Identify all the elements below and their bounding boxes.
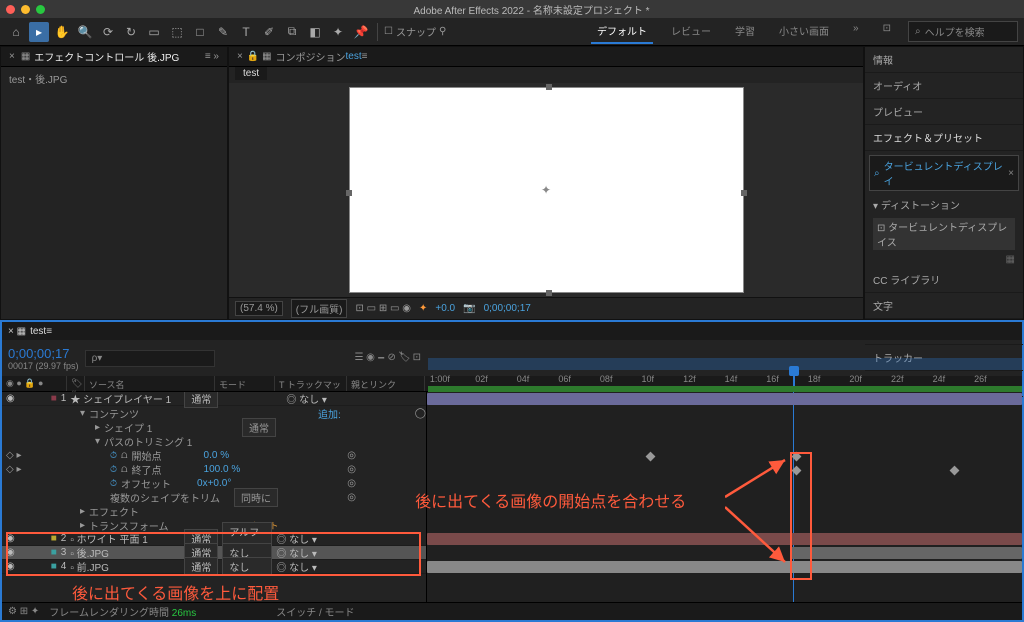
add-button[interactable]: 追加: [318, 406, 341, 421]
track-bar-solid[interactable] [427, 533, 1022, 545]
viewer-footer: (57.4 %) (フル画質) ⊡ ▭ ⊞ ▭ ◉ ✦ +0.0 📷 0;00;… [229, 297, 863, 319]
viewer-timecode[interactable]: 0;00;00;17 [484, 303, 531, 314]
home-icon[interactable]: ⌂ [6, 22, 26, 42]
search-icon: ⌕ [915, 26, 921, 37]
timeline-panel: × ▦ test ≡ 0;00;00;17 00017 (29.97 fps) … [0, 320, 1024, 622]
ec-breadcrumb: test・後.JPG [1, 67, 227, 90]
search-icon: ⌕ [874, 168, 880, 179]
main-row: × ▦ エフェクトコントロール 後.JPG ≡ » test・後.JPG × 🔒… [0, 46, 1024, 320]
track-bar-front[interactable] [427, 561, 1022, 573]
cc-libraries-panel[interactable]: CC ライブラリ [865, 267, 1023, 293]
help-search-placeholder: ヘルプを検索 [925, 24, 985, 39]
layer-row[interactable]: ◉■4▫ 前.JPG通常なし◎ なし ▾ [2, 560, 426, 574]
ec-tab-label: エフェクトコントロール 後.JPG [34, 49, 179, 64]
frame-fps: 00017 (29.97 fps) [8, 361, 79, 371]
effect-item[interactable]: ⊡ タービュレントディスプレイス [873, 218, 1015, 250]
separator [377, 23, 378, 41]
track-bar-back[interactable] [790, 547, 1022, 559]
character-panel[interactable]: 文字 [865, 293, 1023, 319]
keyframe-icon[interactable] [949, 466, 959, 476]
minimize-icon[interactable] [21, 5, 30, 14]
switch-mode-toggle[interactable]: スイッチ / モード [276, 604, 354, 619]
timeline-header: 0;00;00;17 00017 (29.97 fps) ρ▾ ☰ ◉ 🗕 ⊘ … [2, 340, 1022, 376]
ws-expand-icon[interactable]: ⊡ [877, 19, 897, 44]
eraser-tool-icon[interactable]: ◧ [305, 22, 325, 42]
comp-tab-prefix: コンポジション [276, 49, 346, 64]
ws-more-icon[interactable]: » [847, 19, 865, 44]
timeline-header-icons[interactable]: ☰ ◉ 🗕 ⊘ 🏷 ⊡ [354, 350, 421, 367]
hand-tool-icon[interactable]: ✋ [52, 22, 72, 42]
comp-inner-tab[interactable]: test [235, 67, 267, 80]
right-panel-stack: 情報 オーディオ プレビュー エフェクト＆プリセット ⌕ タービュレントディスプレ… [864, 46, 1024, 320]
timeline-footer: ⚙ ⊞ ✦ フレームレンダリング時間 26ms スイッチ / モード [2, 602, 1022, 620]
titlebar: Adobe After Effects 2022 - 名称未設定プロジェクト * [0, 0, 1024, 18]
shape-tool-icon[interactable]: □ [190, 22, 210, 42]
effects-footer-icon[interactable]: ▦ [865, 252, 1023, 267]
type-tool-icon[interactable]: T [236, 22, 256, 42]
clone-tool-icon[interactable]: ⧉ [282, 22, 302, 42]
footer-icons[interactable]: ⚙ ⊞ ✦ [8, 606, 39, 617]
composition-viewer[interactable]: ✦ [229, 83, 863, 297]
ws-learn[interactable]: 学習 [729, 19, 761, 44]
timeline-tracks[interactable]: 後に出てくる画像の開始点を合わせる [427, 392, 1022, 602]
help-search[interactable]: ⌕ ヘルプを検索 [908, 21, 1018, 42]
snap-label: スナップ [396, 24, 436, 39]
annotation-right: 後に出てくる画像の開始点を合わせる [415, 488, 686, 512]
brush-tool-icon[interactable]: ✐ [259, 22, 279, 42]
puppet-tool-icon[interactable]: 📌 [351, 22, 371, 42]
snapshot-icon[interactable]: 📷 [463, 303, 475, 314]
maximize-icon[interactable] [36, 5, 45, 14]
snap-checkbox[interactable]: ☐ スナップ ⚲ [384, 24, 446, 39]
timeline-tabbar[interactable]: × ▦ test ≡ [2, 322, 1022, 340]
workspace-tabs[interactable]: デフォルト レビュー 学習 小さい画面 » ⊡ [591, 19, 897, 44]
stopwatch-icon[interactable]: ⏱ [110, 464, 117, 475]
exposure-value[interactable]: +0.0 [435, 303, 455, 314]
zoom-tool-icon[interactable]: 🔍 [75, 22, 95, 42]
current-timecode[interactable]: 0;00;00;17 [8, 346, 79, 361]
render-time-value: 26ms [172, 608, 196, 619]
keyframe-icon[interactable] [646, 452, 656, 462]
canvas[interactable]: ✦ [349, 87, 744, 293]
effect-search-value: タービュレントディスプレイ [884, 158, 1005, 188]
main-toolbar: ⌂ ▸ ✋ 🔍 ⟳ ↻ ▭ ⬚ □ ✎ T ✐ ⧉ ◧ ✦ 📌 ☐ スナップ ⚲… [0, 18, 1024, 46]
effect-controls-panel: × ▦ エフェクトコントロール 後.JPG ≡ » test・後.JPG [0, 46, 228, 320]
camera-tool-icon[interactable]: ▭ [144, 22, 164, 42]
ws-small[interactable]: 小さい画面 [773, 19, 835, 44]
composition-panel: × 🔒 ▦ コンポジション test ≡ test ✦ (57.4 %) (フル… [228, 46, 864, 320]
effects-presets-panel[interactable]: エフェクト＆プリセット [865, 125, 1023, 151]
pen-tool-icon[interactable]: ✎ [213, 22, 233, 42]
render-time-label: フレームレンダリング時間 [49, 608, 171, 619]
preview-panel[interactable]: プレビュー [865, 99, 1023, 125]
pan-behind-tool-icon[interactable]: ⬚ [167, 22, 187, 42]
ws-default[interactable]: デフォルト [591, 19, 653, 44]
timeline-body: ◉■ 1 ★ シェイプレイヤー 1 通常 ◎ なし ▾ ▾ コンテンツ追加: ◯… [2, 392, 1022, 602]
timeline-search[interactable]: ρ▾ [85, 350, 215, 367]
orbit-tool-icon[interactable]: ⟳ [98, 22, 118, 42]
track-bar-shape[interactable] [427, 393, 1022, 405]
roto-tool-icon[interactable]: ✦ [328, 22, 348, 42]
rotate-tool-icon[interactable]: ↻ [121, 22, 141, 42]
close-icon[interactable] [6, 5, 15, 14]
layer-list: ◉■ 1 ★ シェイプレイヤー 1 通常 ◎ なし ▾ ▾ コンテンツ追加: ◯… [2, 392, 427, 602]
effect-search[interactable]: ⌕タービュレントディスプレイ× [869, 155, 1019, 191]
effect-controls-tab[interactable]: × ▦ エフェクトコントロール 後.JPG ≡ » [1, 47, 227, 67]
info-panel[interactable]: 情報 [865, 47, 1023, 73]
layer-row[interactable]: ◉■ 1 ★ シェイプレイヤー 1 通常 ◎ なし ▾ [2, 392, 426, 406]
timeline-tab[interactable]: test [30, 326, 46, 337]
selection-tool-icon[interactable]: ▸ [29, 22, 49, 42]
ws-review[interactable]: レビュー [665, 19, 717, 44]
window-controls[interactable] [6, 5, 45, 14]
anchor-icon: ✦ [541, 183, 551, 197]
viewer-icon[interactable]: ⊡ ▭ ⊞ ▭ ◉ [355, 303, 411, 314]
app-title: Adobe After Effects 2022 - 名称未設定プロジェクト * [45, 2, 1018, 17]
effect-category[interactable]: ▾ ディストーション [865, 195, 1023, 214]
quality-dropdown[interactable]: (フル画質) [291, 299, 348, 318]
stopwatch-icon[interactable]: ⏱ [110, 450, 117, 461]
composition-tab[interactable]: × 🔒 ▦ コンポジション test ≡ [229, 47, 863, 67]
comp-tab-name: test [346, 51, 362, 62]
viewer-fx-icon[interactable]: ✦ [419, 303, 427, 314]
zoom-dropdown[interactable]: (57.4 %) [235, 301, 283, 316]
audio-panel[interactable]: オーディオ [865, 73, 1023, 99]
